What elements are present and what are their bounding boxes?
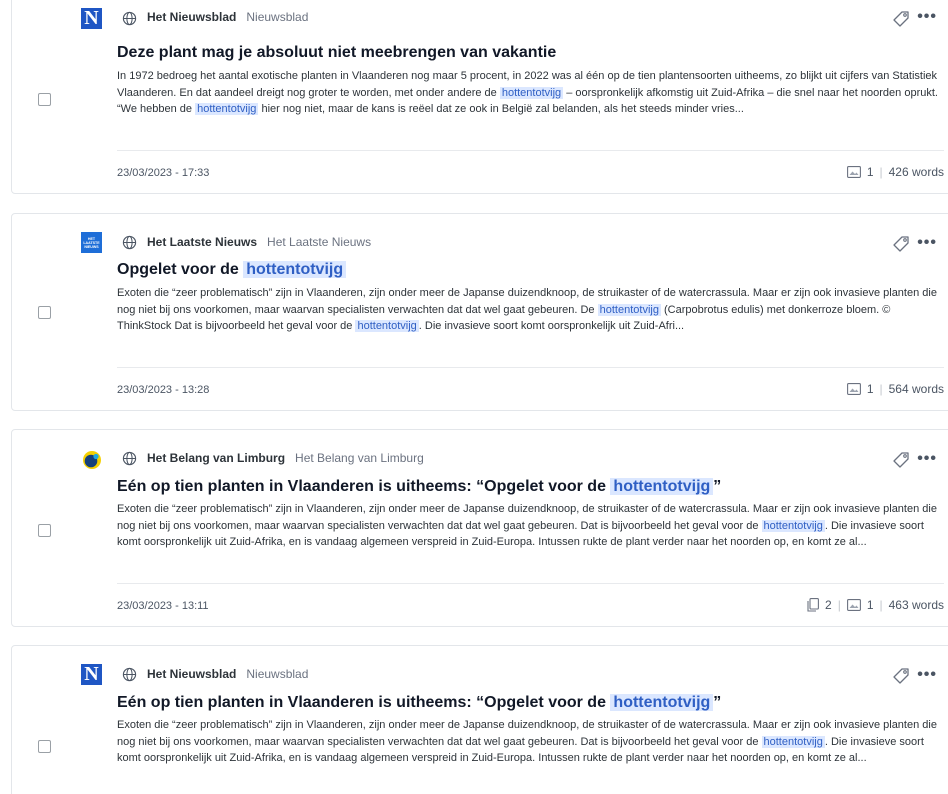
article-meta: 1 | 426 words [846, 165, 944, 179]
meta-separator: | [837, 598, 841, 612]
nieuwsblad-logo: N [81, 8, 102, 29]
source-subtitle: Nieuwsblad [246, 667, 309, 681]
globe-icon [122, 11, 137, 26]
globe-icon [122, 667, 137, 682]
article-snippet: Exoten die “zeer problematisch” zijn in … [117, 717, 947, 767]
divider [117, 583, 944, 584]
tag-icon[interactable] [891, 233, 911, 253]
search-term-highlight: hottentotvijg [610, 694, 714, 711]
more-options-icon[interactable]: ••• [917, 449, 937, 469]
source-line: Het Belang van Limburg Het Belang van Lim… [147, 451, 424, 465]
image-icon [846, 383, 861, 395]
image-count: 1 [866, 382, 874, 396]
article-snippet: Exoten die “zeer problematisch” zijn in … [117, 285, 947, 335]
image-count: 1 [866, 598, 874, 612]
select-checkbox[interactable] [38, 524, 51, 537]
meta-separator: | [879, 382, 883, 396]
divider [117, 150, 944, 151]
snippet-text: . Die invasieve soort komt oorspronkelij… [418, 320, 685, 332]
article-card[interactable]: N Het Nieuwsblad Nieuwsblad ••• Eén op ti… [11, 645, 948, 794]
article-date: 23/03/2023 - 13:28 [117, 384, 210, 396]
globe-icon [122, 451, 137, 466]
source-name[interactable]: Het Nieuwsblad [147, 10, 236, 24]
image-icon [846, 166, 861, 178]
source-line: Het Laatste Nieuws Het Laatste Nieuws [147, 235, 371, 249]
meta-separator: | [879, 598, 883, 612]
source-line: Het Nieuwsblad Nieuwsblad [147, 10, 308, 24]
search-term-highlight: hottentotvijg [761, 735, 825, 748]
source-subtitle: Het Belang van Limburg [295, 451, 424, 465]
article-date: 23/03/2023 - 13:11 [117, 600, 209, 612]
source-subtitle: Het Laatste Nieuws [267, 235, 372, 249]
article-snippet: In 1972 bedroeg het aantal exotische pla… [117, 68, 947, 118]
tag-icon[interactable] [891, 449, 911, 469]
more-options-icon[interactable]: ••• [917, 665, 937, 685]
image-icon [846, 599, 861, 611]
select-checkbox[interactable] [38, 93, 51, 106]
article-snippet: Exoten die “zeer problematisch” zijn in … [117, 501, 947, 551]
article-headline[interactable]: Eén op tien planten in Vlaanderen is uit… [117, 694, 721, 712]
search-term-highlight: hottentotvijg [499, 86, 564, 99]
more-options-icon[interactable]: ••• [917, 7, 937, 27]
article-meta: 1 | 564 words [846, 382, 944, 396]
search-term-highlight: hottentotvijg [597, 303, 661, 316]
search-term-highlight: hottentotvijg [243, 261, 347, 278]
source-subtitle: Nieuwsblad [246, 10, 309, 24]
article-headline[interactable]: Deze plant mag je absoluut niet meebreng… [117, 44, 556, 62]
nieuwsblad-logo: N [81, 664, 102, 685]
more-options-icon[interactable]: ••• [917, 233, 937, 253]
snippet-text: hier nog niet, maar de kans is reëel dat… [258, 103, 744, 115]
word-count: 463 words [888, 598, 944, 612]
source-name[interactable]: Het Nieuwsblad [147, 667, 236, 681]
article-card[interactable]: HET LAATSTE NIEUWS Het Laatste Nieuws Het… [11, 213, 948, 411]
globe-icon [122, 235, 137, 250]
search-term-highlight: hottentotvijg [610, 478, 714, 495]
source-name[interactable]: Het Laatste Nieuws [147, 235, 257, 249]
divider [117, 367, 944, 368]
article-date: 23/03/2023 - 17:33 [117, 167, 210, 179]
search-term-highlight: hottentotvijg [195, 103, 259, 115]
search-term-highlight: hottentotvijg [355, 320, 419, 332]
source-line: Het Nieuwsblad Nieuwsblad [147, 667, 308, 681]
select-checkbox[interactable] [38, 306, 51, 319]
article-meta: 2 | 1 | 463 words [807, 598, 944, 612]
hbvl-logo [81, 449, 102, 470]
word-count: 564 words [888, 382, 944, 396]
article-card[interactable]: N Het Nieuwsblad Nieuwsblad ••• Deze plan… [11, 0, 948, 194]
article-headline[interactable]: Opgelet voor de hottentotvijg [117, 261, 347, 279]
image-count: 1 [866, 165, 874, 179]
source-name[interactable]: Het Belang van Limburg [147, 451, 285, 465]
pages-icon [807, 598, 819, 612]
article-headline[interactable]: Eén op tien planten in Vlaanderen is uit… [117, 478, 721, 496]
tag-icon[interactable] [891, 8, 911, 28]
tag-icon[interactable] [891, 665, 911, 685]
meta-separator: | [879, 165, 883, 179]
search-term-highlight: hottentotvijg [761, 519, 825, 532]
select-checkbox[interactable] [38, 740, 51, 753]
article-card[interactable]: Het Belang van Limburg Het Belang van Lim… [11, 429, 948, 627]
hln-logo: HET LAATSTE NIEUWS [81, 232, 102, 253]
word-count: 426 words [888, 165, 944, 179]
page-count: 2 [825, 598, 832, 612]
